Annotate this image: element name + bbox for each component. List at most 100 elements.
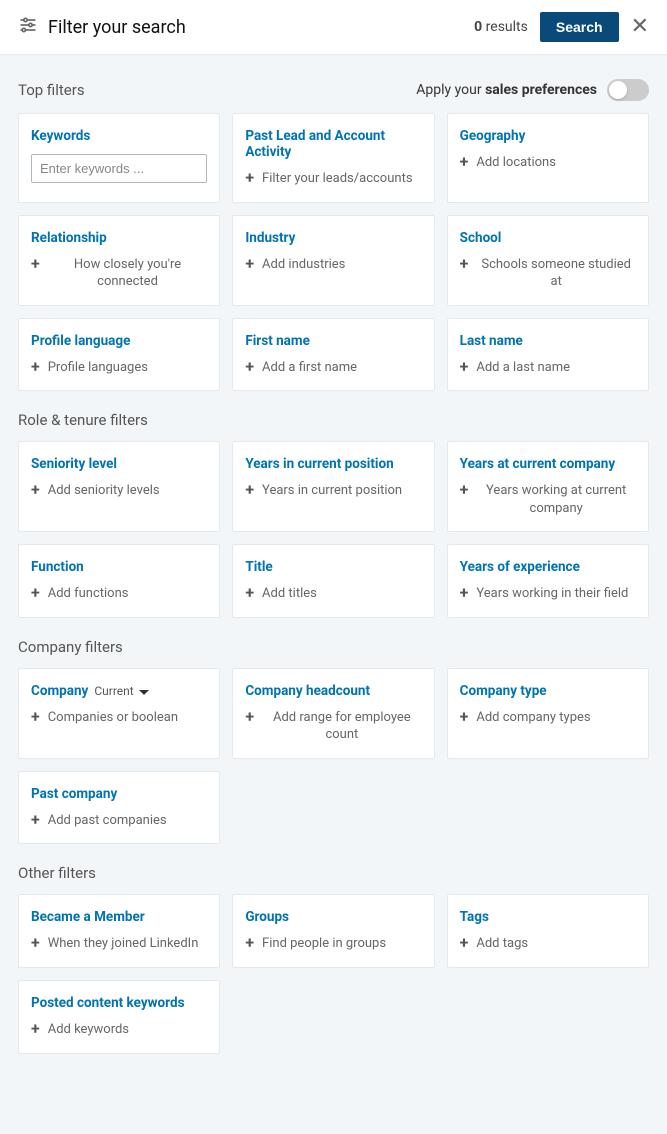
filter-years-position: Years in current position + Years in cur… <box>232 441 434 532</box>
filter-icon <box>18 15 38 39</box>
filter-title: Relationship <box>31 230 207 246</box>
plus-icon: + <box>31 256 40 272</box>
filter-action[interactable]: + Filter your leads/accounts <box>245 170 421 188</box>
plus-icon: + <box>245 359 254 375</box>
plus-icon: + <box>460 256 469 272</box>
section-other-row: Other filters <box>18 864 649 882</box>
filter-function: Function + Add functions <box>18 544 220 618</box>
sales-preferences-toggle[interactable] <box>607 79 649 101</box>
filter-years-experience: Years of experience + Years working in t… <box>447 544 649 618</box>
filter-title: Groups <box>245 909 421 925</box>
plus-icon: + <box>245 482 254 498</box>
filter-action[interactable]: + Add locations <box>460 154 636 172</box>
filter-action[interactable]: + Years in current position <box>245 482 421 500</box>
plus-icon: + <box>460 709 469 725</box>
section-role-title: Role & tenure filters <box>18 411 148 429</box>
filter-title: Years at current company <box>460 456 636 472</box>
company-scope-dropdown[interactable]: Current <box>94 684 148 698</box>
filter-action[interactable]: + Add past companies <box>31 812 207 830</box>
filter-action[interactable]: + Add titles <box>245 585 421 603</box>
filter-action[interactable]: + Profile languages <box>31 359 207 377</box>
filter-action[interactable]: + Years working in their field <box>460 585 636 603</box>
filter-action[interactable]: + Add seniority levels <box>31 482 207 500</box>
filter-action[interactable]: + Add industries <box>245 256 421 274</box>
results-count: 0 results <box>474 19 528 35</box>
top-filters-grid: Keywords Past Lead and Account Activity … <box>18 113 649 391</box>
filter-first-name: First name + Add a first name <box>232 318 434 392</box>
plus-icon: + <box>31 482 40 498</box>
header-right: 0 results Search ✕ <box>474 12 649 42</box>
company-filters-grid: Company Current + Companies or boolean C… <box>18 668 649 845</box>
plus-icon: + <box>245 170 254 186</box>
filter-title: Company Current <box>31 683 207 699</box>
header-left: Filter your search <box>18 15 186 39</box>
filter-title-filter: Title + Add titles <box>232 544 434 618</box>
plus-icon: + <box>31 812 40 828</box>
filter-title: Profile language <box>31 333 207 349</box>
filter-title: Last name <box>460 333 636 349</box>
filter-profile-language: Profile language + Profile languages <box>18 318 220 392</box>
plus-icon: + <box>245 709 254 725</box>
filter-title: Keywords <box>31 128 207 144</box>
filter-title: Past company <box>31 786 207 802</box>
filter-title: Company type <box>460 683 636 699</box>
filter-title: Became a Member <box>31 909 207 925</box>
plus-icon: + <box>460 482 469 498</box>
chevron-down-icon <box>139 690 149 695</box>
filter-title: School <box>460 230 636 246</box>
filter-past-company: Past company + Add past companies <box>18 771 220 845</box>
filter-action[interactable]: + Companies or boolean <box>31 709 207 727</box>
filter-action[interactable]: + How closely you're connected <box>31 256 207 291</box>
prefs-label: Apply your sales preferences <box>416 82 597 98</box>
plus-icon: + <box>245 256 254 272</box>
filter-title: Tags <box>460 909 636 925</box>
filter-action[interactable]: + Add tags <box>460 935 636 953</box>
other-filters-grid: Became a Member + When they joined Linke… <box>18 894 649 1053</box>
filter-became-member: Became a Member + When they joined Linke… <box>18 894 220 968</box>
filter-keywords: Keywords <box>18 113 220 203</box>
filter-title: Title <box>245 559 421 575</box>
filter-geography: Geography + Add locations <box>447 113 649 203</box>
filter-relationship: Relationship + How closely you're connec… <box>18 215 220 306</box>
filter-action[interactable]: + Add range for employee count <box>245 709 421 744</box>
filter-groups: Groups + Find people in groups <box>232 894 434 968</box>
filter-title: Years in current position <box>245 456 421 472</box>
plus-icon: + <box>460 585 469 601</box>
section-top-title: Top filters <box>18 81 85 99</box>
plus-icon: + <box>245 935 254 951</box>
filter-posted-keywords: Posted content keywords + Add keywords <box>18 980 220 1054</box>
filter-action[interactable]: + When they joined LinkedIn <box>31 935 207 953</box>
section-role-row: Role & tenure filters <box>18 411 649 429</box>
filter-action[interactable]: + Add functions <box>31 585 207 603</box>
filter-title: Years of experience <box>460 559 636 575</box>
search-button[interactable]: Search <box>540 12 619 42</box>
filter-title: Function <box>31 559 207 575</box>
filter-seniority: Seniority level + Add seniority levels <box>18 441 220 532</box>
plus-icon: + <box>31 709 40 725</box>
filter-company: Company Current + Companies or boolean <box>18 668 220 759</box>
filter-years-company: Years at current company + Years working… <box>447 441 649 532</box>
sales-preferences-toggle-group: Apply your sales preferences <box>416 79 649 101</box>
filter-school: School + Schools someone studied at <box>447 215 649 306</box>
filters-body: Top filters Apply your sales preferences… <box>0 55 667 1134</box>
filter-title: Past Lead and Account Activity <box>245 128 421 160</box>
filter-action[interactable]: + Add company types <box>460 709 636 727</box>
plus-icon: + <box>31 585 40 601</box>
plus-icon: + <box>31 359 40 375</box>
filter-action[interactable]: + Years working at current company <box>460 482 636 517</box>
keywords-input[interactable] <box>31 154 207 183</box>
filter-last-name: Last name + Add a last name <box>447 318 649 392</box>
plus-icon: + <box>31 1021 40 1037</box>
filter-company-type: Company type + Add company types <box>447 668 649 759</box>
filter-action[interactable]: + Find people in groups <box>245 935 421 953</box>
toggle-knob <box>609 81 627 99</box>
filter-title: Seniority level <box>31 456 207 472</box>
filter-action[interactable]: + Add a first name <box>245 359 421 377</box>
filter-title: Company headcount <box>245 683 421 699</box>
filter-tags: Tags + Add tags <box>447 894 649 968</box>
section-top-row: Top filters Apply your sales preferences <box>18 79 649 101</box>
filter-action[interactable]: + Add a last name <box>460 359 636 377</box>
plus-icon: + <box>460 935 469 951</box>
close-icon[interactable]: ✕ <box>631 16 649 38</box>
filter-action[interactable]: + Schools someone studied at <box>460 256 636 291</box>
